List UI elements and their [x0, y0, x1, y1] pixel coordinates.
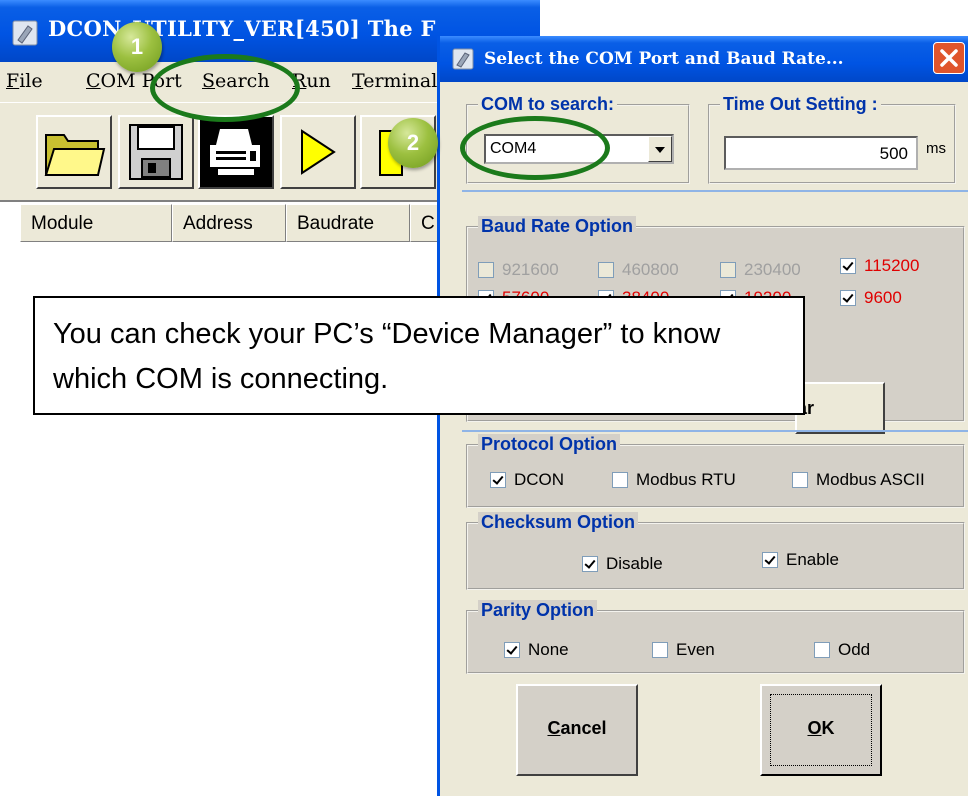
parity-odd-checkbox[interactable]: Odd: [814, 640, 870, 660]
column-header-baudrate[interactable]: Baudrate: [286, 204, 410, 242]
play-icon: [301, 129, 336, 175]
baud-rate-legend: Baud Rate Option: [478, 216, 636, 237]
step-badge-1: 1: [112, 22, 162, 72]
column-header-address[interactable]: Address: [172, 204, 286, 242]
open-button[interactable]: [36, 115, 112, 189]
separator: [462, 190, 968, 192]
protocol-modbus-ascii-checkbox[interactable]: Modbus ASCII: [792, 470, 925, 490]
baud-9600-checkbox[interactable]: 9600: [840, 288, 902, 308]
timeout-value: 500: [879, 144, 908, 163]
main-window-title: DCON_UTILITY_VER[450] The F: [48, 16, 436, 41]
step-badge-2: 2: [388, 118, 438, 168]
highlight-ellipse-search-menu: [150, 54, 300, 122]
protocol-legend: Protocol Option: [478, 434, 620, 455]
menu-file[interactable]: File: [6, 70, 43, 92]
protocol-modbus-rtu-checkbox[interactable]: Modbus RTU: [612, 470, 736, 490]
baud-230400-checkbox[interactable]: 230400: [720, 260, 801, 280]
baud-460800-checkbox[interactable]: 460800: [598, 260, 679, 280]
separator: [462, 430, 968, 432]
folder-open-icon: [44, 134, 106, 176]
menu-terminal[interactable]: Terminal: [352, 70, 437, 92]
checksum-group: Checksum Option: [466, 512, 965, 590]
run-button[interactable]: [280, 115, 356, 189]
printer-icon: [204, 121, 268, 183]
baud-115200-checkbox[interactable]: 115200: [840, 256, 919, 276]
clear-button[interactable]: ar: [795, 382, 885, 434]
checksum-legend: Checksum Option: [478, 512, 639, 533]
chevron-down-icon[interactable]: [648, 136, 672, 162]
timeout-unit: ms: [926, 140, 946, 157]
dialog-title: Select the COM Port and Baud Rate...: [484, 49, 844, 69]
callout-text: You can check your PC’s “Device Manager”…: [53, 318, 721, 395]
instruction-callout: You can check your PC’s “Device Manager”…: [33, 296, 805, 415]
close-icon: [940, 49, 958, 67]
parity-none-checkbox[interactable]: None: [504, 640, 569, 660]
highlight-ellipse-com-select: [460, 116, 610, 180]
save-disk-icon: [129, 124, 183, 180]
save-button[interactable]: [118, 115, 194, 189]
protocol-dcon-checkbox[interactable]: DCON: [490, 470, 564, 490]
checksum-disable-checkbox[interactable]: Disable: [582, 554, 663, 574]
parity-even-checkbox[interactable]: Even: [652, 640, 715, 660]
com-to-search-legend: COM to search:: [478, 94, 618, 115]
print-button[interactable]: [198, 115, 274, 189]
ok-button[interactable]: OK: [760, 684, 882, 776]
column-header-module[interactable]: Module: [20, 204, 172, 242]
dialog-close-button[interactable]: [933, 42, 965, 74]
timeout-input[interactable]: 500: [724, 136, 918, 170]
cancel-button-label: Cancel: [547, 718, 607, 738]
checksum-enable-checkbox[interactable]: Enable: [762, 550, 839, 570]
baud-921600-checkbox[interactable]: 921600: [478, 260, 559, 280]
dialog-app-icon: [452, 48, 474, 70]
parity-legend: Parity Option: [478, 600, 598, 621]
timeout-legend: Time Out Setting :: [720, 94, 881, 115]
cancel-button[interactable]: Cancel: [516, 684, 638, 776]
app-icon: [12, 20, 38, 46]
ok-button-label: OK: [807, 718, 835, 738]
dialog-titlebar[interactable]: Select the COM Port and Baud Rate...: [440, 36, 968, 82]
